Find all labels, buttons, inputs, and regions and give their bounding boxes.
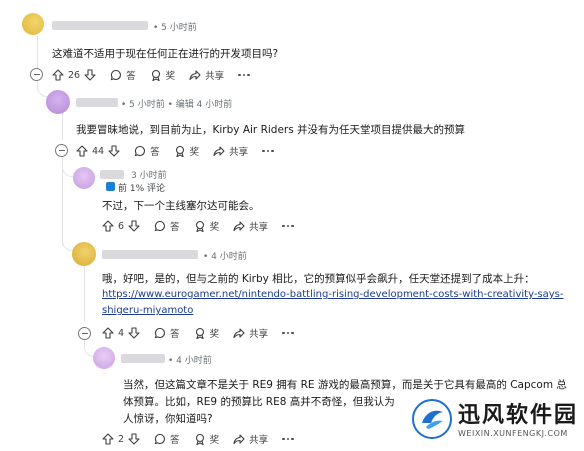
share-icon [233,221,245,232]
award-button[interactable]: 奖 [194,432,219,446]
award-button[interactable]: 奖 [194,326,219,340]
avatar[interactable] [73,167,95,189]
vote-count: 2 [118,433,125,445]
comment-actions: 4 答 奖 共享 [102,324,294,342]
comment-body: 哦，好吧，是的，但与之前的 Kirby 相比，它的预算似乎会飙升，任天堂还提到了… [102,273,535,285]
comment-body-line2: 体预算。比如，RE9 的预算比 RE8 高并不奇怪，但我认为 [123,396,395,408]
award-button[interactable]: 奖 [150,68,175,82]
watermark-logo-icon [412,399,452,439]
share-icon [213,146,225,157]
comment-actions: 44 答 奖 共享 [76,142,274,160]
upvote-icon[interactable] [76,145,88,157]
comment-time: 3 小时前 [131,171,167,181]
username[interactable] [76,98,118,107]
more-options-icon[interactable] [262,149,274,153]
upvote-icon[interactable] [102,327,114,339]
downvote-icon[interactable] [128,327,140,339]
comment-actions: 2 答 奖 共享 [102,430,294,448]
reply-button[interactable]: 答 [110,68,136,82]
comment-body: 我要冒昧地说，到目前为止，Kirby Air Riders 并没有为任天堂项目提… [76,124,466,136]
award-icon [195,433,204,445]
downvote-icon[interactable] [128,433,140,445]
share-icon [233,328,245,339]
watermark: 迅风软件园 WEIXIN.XUNFENGKJ.COM [412,393,584,451]
upvote-icon[interactable] [102,220,114,232]
comment-time: • 4 小时前 [203,252,247,262]
vote-controls: 6 [102,220,140,232]
collapse-thread-button[interactable] [78,327,91,340]
article-link-continued[interactable]: shigeru-miyamoto [102,305,193,316]
avatar[interactable] [22,13,44,35]
comment-icon [154,220,166,232]
vote-controls: 4 [102,327,140,339]
reply-button[interactable]: 答 [154,219,180,233]
comment-body: 不过，下一个主线塞尔达可能会。 [102,200,260,212]
username[interactable] [52,21,148,30]
reply-button[interactable]: 答 [134,144,160,158]
award-icon [195,327,204,339]
article-link[interactable]: https://www.eurogamer.net/nintendo-battl… [102,289,564,300]
vote-count: 44 [92,145,105,157]
comment-time: • 5 小时前 • 编辑 4 小时前 [121,100,233,110]
more-options-icon[interactable] [238,73,250,77]
comment-body-line1: 当然，但这篇文章不是关于 RE9 拥有 RE 游戏的最高预算，而是关于它具有最高… [123,379,567,391]
upvote-icon[interactable] [52,69,64,81]
vote-controls: 26 [52,69,96,81]
award-icon [151,69,160,81]
avatar[interactable] [93,347,115,369]
share-button[interactable]: 共享 [233,432,268,446]
more-options-icon[interactable] [282,224,294,228]
vote-controls: 2 [102,433,140,445]
share-button[interactable]: 共享 [189,68,224,82]
collapse-thread-button[interactable] [30,68,43,81]
more-options-icon[interactable] [282,437,294,441]
comment-icon [110,69,122,81]
flair-label: 前 1% 评论 [118,184,165,194]
downvote-icon[interactable] [84,69,96,81]
watermark-url: WEIXIN.XUNFENGKJ.COM [458,429,568,438]
award-icon [175,145,184,157]
username[interactable] [121,354,165,363]
comment-body: 这难道不适用于现在任何正在进行的开发项目吗? [52,48,279,60]
comment-actions: 26 答 奖 共享 [52,66,250,84]
share-icon [233,434,245,445]
vote-count: 26 [68,69,81,81]
award-button[interactable]: 奖 [174,144,199,158]
avatar[interactable] [46,90,70,114]
downvote-icon[interactable] [128,220,140,232]
watermark-title: 迅风软件园 [458,403,579,428]
more-options-icon[interactable] [282,331,294,335]
vote-count: 6 [118,220,125,232]
username[interactable] [102,250,198,259]
vote-controls: 44 [76,145,120,157]
upvote-icon[interactable] [102,433,114,445]
reply-button[interactable]: 答 [154,432,180,446]
share-button[interactable]: 共享 [233,219,268,233]
comment-icon [154,433,166,445]
downvote-icon[interactable] [108,145,120,157]
comment-icon [134,145,146,157]
share-button[interactable]: 共享 [213,144,248,158]
comment-time: • 4 小时前 [168,356,212,366]
comment-icon [154,327,166,339]
comment-actions: 6 答 奖 共享 [102,217,294,235]
reply-button[interactable]: 答 [154,326,180,340]
award-icon [195,220,204,232]
comment-body-line3: 人惊讶，你知道吗? [123,413,213,425]
username[interactable] [100,170,124,179]
comment-time: • 5 小时前 [153,23,197,33]
share-icon [189,70,201,81]
avatar[interactable] [72,242,96,266]
share-button[interactable]: 共享 [233,326,268,340]
vote-count: 4 [118,327,125,339]
collapse-thread-button[interactable] [55,144,68,157]
award-button[interactable]: 奖 [194,219,219,233]
flair-icon [106,182,115,191]
